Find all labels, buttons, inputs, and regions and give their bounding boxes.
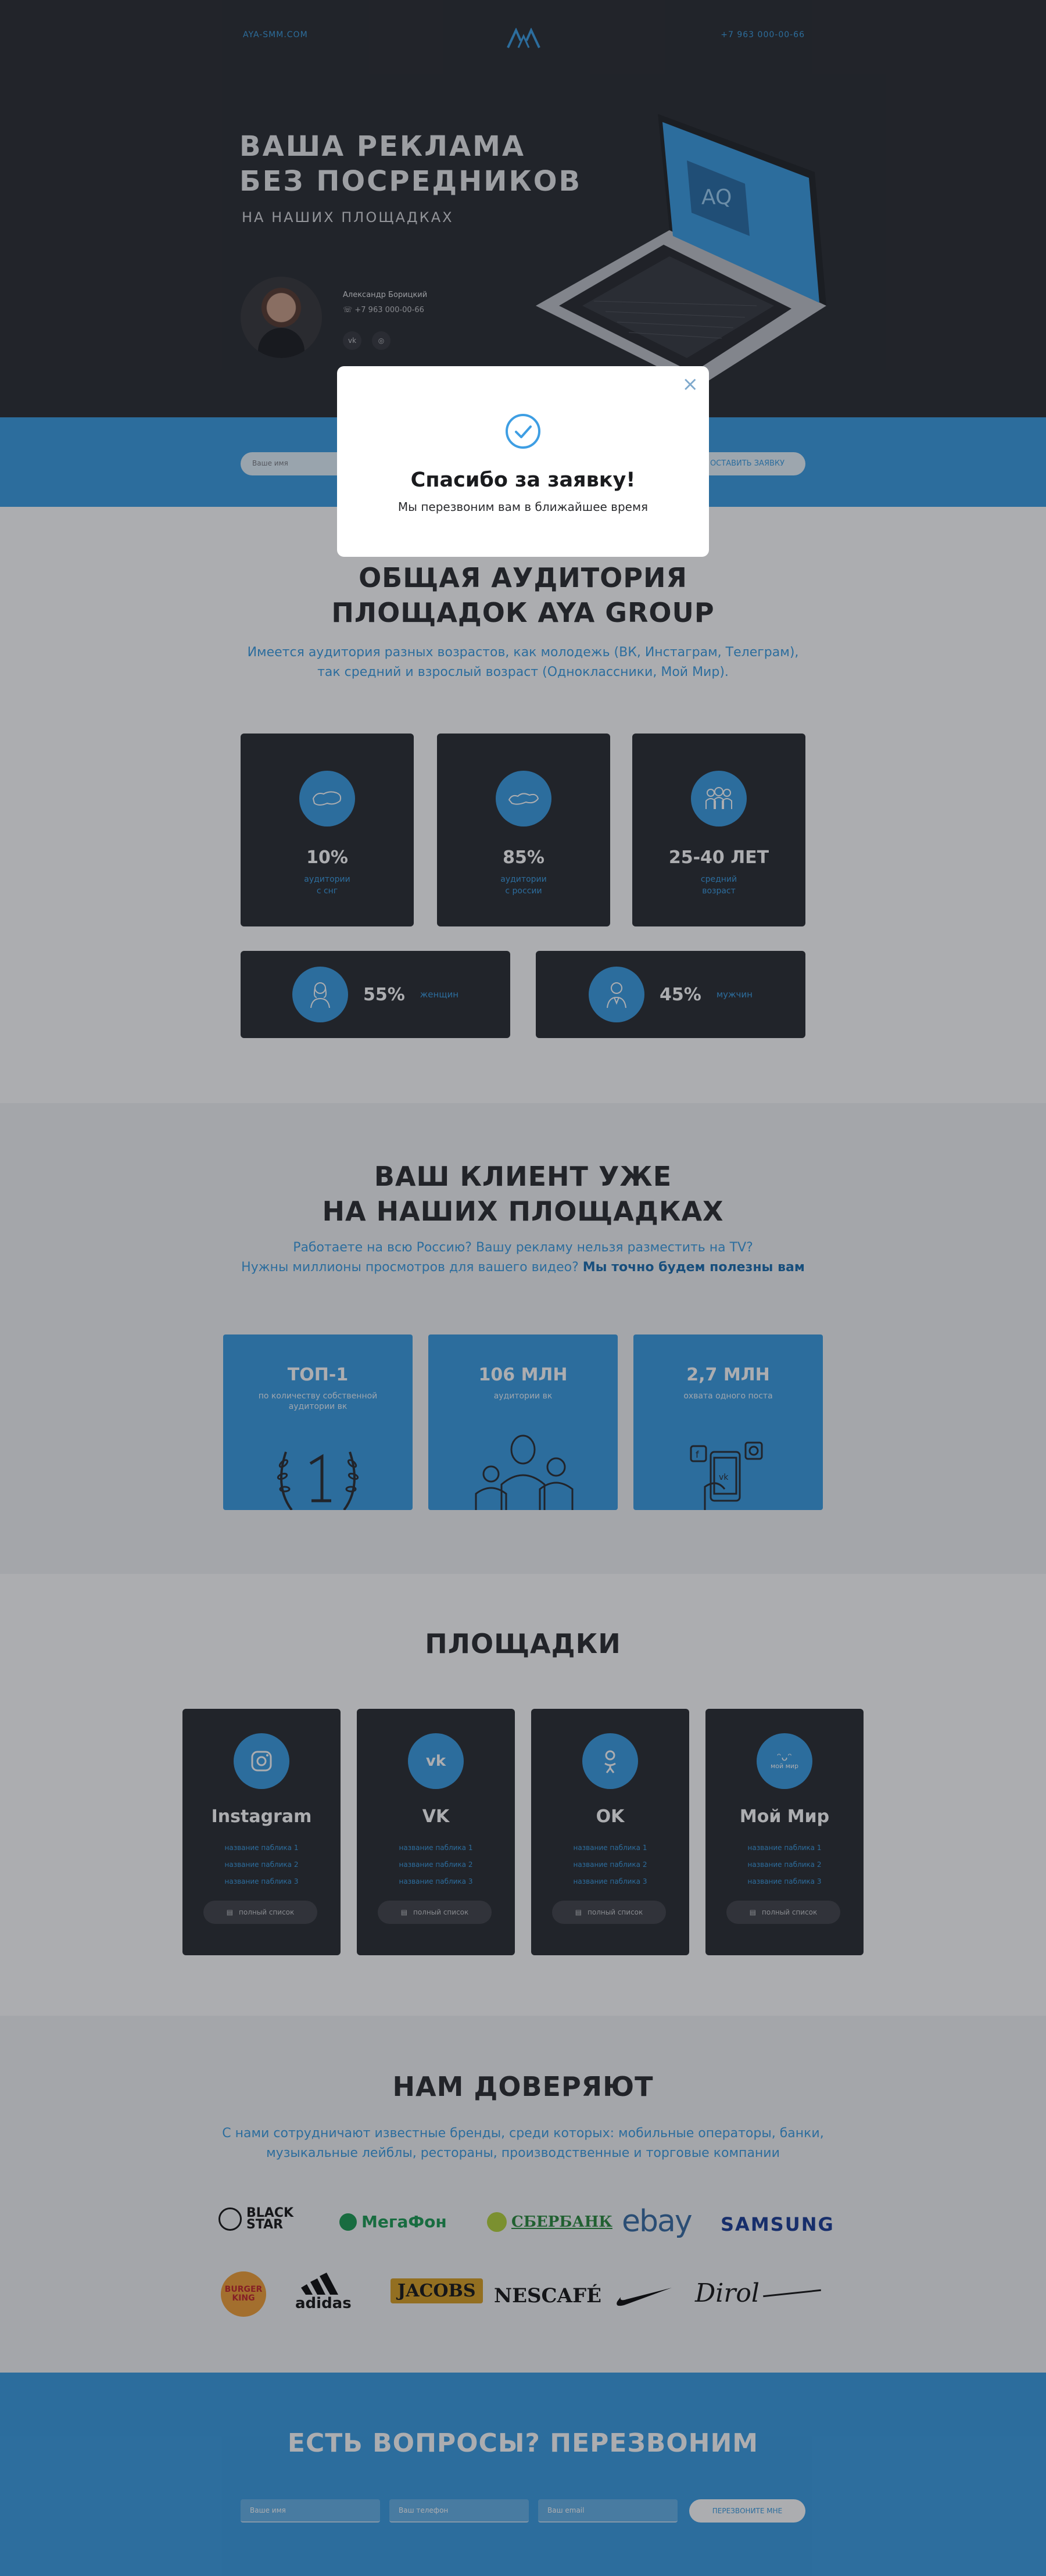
thank-you-modal: × Спасибо за заявку! Мы перезвоним вам в… <box>337 366 709 557</box>
modal-text: Мы перезвоним вам в ближайшее время <box>397 500 649 514</box>
check-circle-icon <box>506 414 540 449</box>
modal-title: Спасибо за заявку! <box>410 468 636 492</box>
close-icon[interactable]: × <box>682 374 699 394</box>
